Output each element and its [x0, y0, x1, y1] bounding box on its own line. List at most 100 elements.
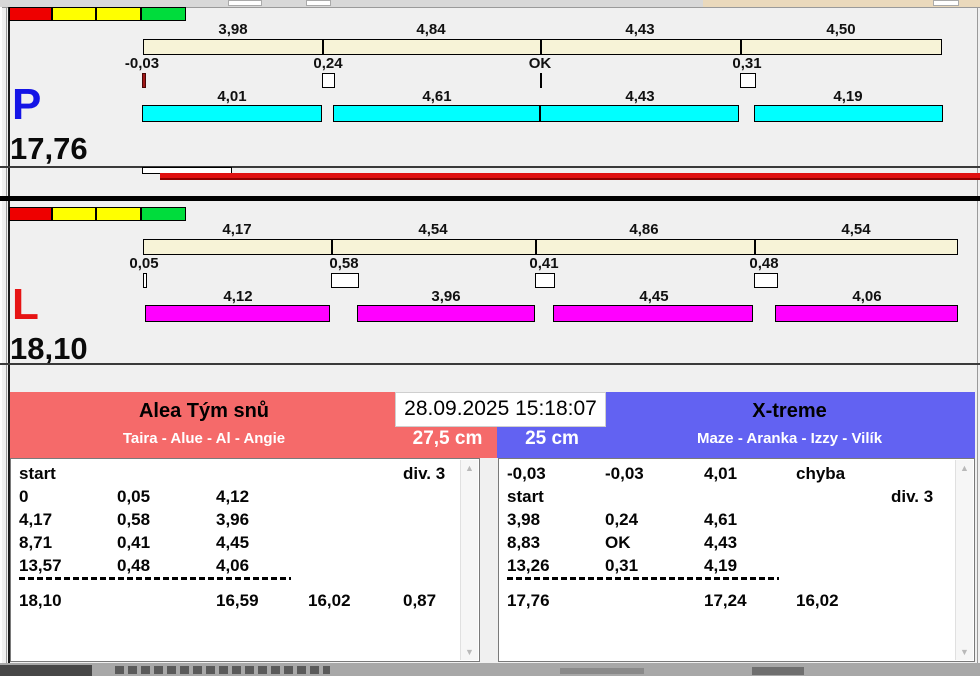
table-cell: 4,45: [216, 533, 250, 552]
table-cell: 4,12: [216, 487, 250, 506]
total-cell: 17,76: [507, 591, 550, 610]
top-tab-fragment: [933, 0, 959, 6]
lane-p-timing-panel: 3,98 4,84 4,43 4,50 -0,03 0,24 OK 0,31 4,01 4,61 4…: [0, 7, 980, 164]
changeover-box-mark: [331, 273, 359, 288]
split-time-label: 4,84: [416, 21, 446, 38]
split-divider: [322, 40, 324, 54]
status-light: [141, 207, 186, 221]
total-cell: 18,10: [19, 591, 62, 610]
split-time-label: 4,17: [222, 221, 252, 238]
table-cell: 0,31: [605, 556, 639, 575]
split-divider: [540, 40, 542, 54]
table-cell: 4,43: [704, 533, 738, 552]
height-badge: 27,5 cm: [412, 428, 483, 449]
team-dogs: Maze - Aranka - Izzy - Vilík: [696, 430, 883, 447]
table-cell: 0,24: [605, 510, 639, 529]
run-bar: [333, 105, 540, 122]
scrollbar[interactable]: ▲ ▼: [955, 460, 973, 660]
run-bar: [553, 305, 753, 322]
table-cell: 13,26: [507, 556, 550, 575]
table-cell: 13,57: [19, 556, 62, 575]
table-cell: -0,03: [507, 464, 546, 483]
team-name: Alea Tým snů: [138, 400, 270, 422]
table-cell: div. 3: [891, 487, 934, 506]
status-light: [96, 207, 141, 221]
changeover-label: 0,58: [329, 255, 359, 272]
changeover-fault-mark: [142, 73, 146, 88]
split-divider: [331, 240, 333, 254]
run-time-label: 4,61: [422, 88, 452, 105]
run-bar: [754, 105, 943, 122]
table-cell: 8,83: [507, 533, 541, 552]
table-cell: 0: [19, 487, 29, 506]
results-panel-left[interactable]: ▲ ▼ start div. 3 0 0,05 4,12 4,17 0,58 3,96 8,71…: [10, 458, 480, 662]
changeover-box-mark: [535, 273, 555, 288]
taskbar-text-remnant: [115, 666, 330, 674]
taskbar-remnant: [0, 663, 980, 676]
table-cell: 4,19: [704, 556, 738, 575]
table-cell: div. 3: [403, 464, 446, 483]
lane-separator: [0, 196, 980, 201]
lane-l-timing-panel: 4,17 4,54 4,86 4,54 0,05 0,58 0,41 0,48 4,12 3,96…: [0, 207, 980, 367]
table-cell: 4,06: [216, 556, 250, 575]
split-time-label: 4,86: [629, 221, 659, 238]
scroll-down-icon[interactable]: ▼: [956, 645, 973, 659]
total-cell: 16,59: [216, 591, 259, 610]
status-light: [9, 207, 52, 221]
totals-separator: [507, 577, 779, 580]
table-cell: chyba: [796, 464, 846, 483]
changeover-label: 0,05: [129, 255, 159, 272]
run-time-label: 4,06: [852, 288, 882, 305]
split-timeline-bar: [143, 39, 942, 55]
split-divider: [754, 240, 756, 254]
table-cell: 0,05: [117, 487, 151, 506]
run-time-label: 4,01: [217, 88, 247, 105]
taskbar-text-remnant: [560, 668, 644, 674]
run-bar: [775, 305, 958, 322]
total-cell: 0,87: [403, 591, 437, 610]
top-tab-fragment: [306, 0, 331, 6]
scrollbar[interactable]: ▲ ▼: [460, 460, 478, 660]
taskbar-text-remnant: [752, 667, 804, 675]
split-divider: [740, 40, 742, 54]
lane-letter: L: [12, 280, 39, 329]
running-time-bar: [160, 173, 980, 180]
top-tab-fragment: [228, 0, 262, 6]
status-light: [52, 207, 96, 221]
changeover-label: -0,03: [124, 55, 160, 72]
run-bar: [357, 305, 535, 322]
table-cell: 3,98: [507, 510, 541, 529]
table-cell: OK: [605, 533, 631, 552]
run-time-label: 3,96: [431, 288, 461, 305]
taskbar-item: [0, 665, 92, 676]
scroll-up-icon[interactable]: ▲: [461, 461, 478, 475]
table-cell: -0,03: [605, 464, 644, 483]
changeover-label: 0,24: [313, 55, 343, 72]
status-light: [141, 7, 186, 21]
run-time-label: 4,43: [625, 88, 655, 105]
status-light: [52, 7, 96, 21]
split-divider: [535, 240, 537, 254]
run-time-label: 4,45: [639, 288, 669, 305]
table-cell: start: [19, 464, 56, 483]
table-cell: 8,71: [19, 533, 53, 552]
datetime-display: 28.09.2025 15:18:07: [395, 392, 606, 427]
team-name: X-treme: [752, 400, 827, 422]
split-timeline-bar: [143, 239, 958, 255]
run-time-label: 4,19: [833, 88, 863, 105]
lane-l-underline: [0, 363, 980, 365]
changeover-box-mark: [143, 273, 147, 288]
changeover-label: 0,31: [732, 55, 762, 72]
run-bar: [145, 305, 330, 322]
results-panel-right[interactable]: ▲ ▼ -0,03 -0,03 4,01 chyba start div. 3 3,98 0,…: [498, 458, 975, 662]
split-time-label: 4,43: [625, 21, 655, 38]
split-time-label: 4,54: [418, 221, 448, 238]
scroll-down-icon[interactable]: ▼: [461, 645, 478, 659]
lane-letter: P: [12, 80, 42, 129]
split-time-label: 4,54: [841, 221, 871, 238]
table-cell: 3,96: [216, 510, 250, 529]
scroll-up-icon[interactable]: ▲: [956, 461, 973, 475]
table-cell: 4,01: [704, 464, 738, 483]
total-cell: 17,24: [704, 591, 747, 610]
changeover-box-mark: [740, 73, 756, 88]
